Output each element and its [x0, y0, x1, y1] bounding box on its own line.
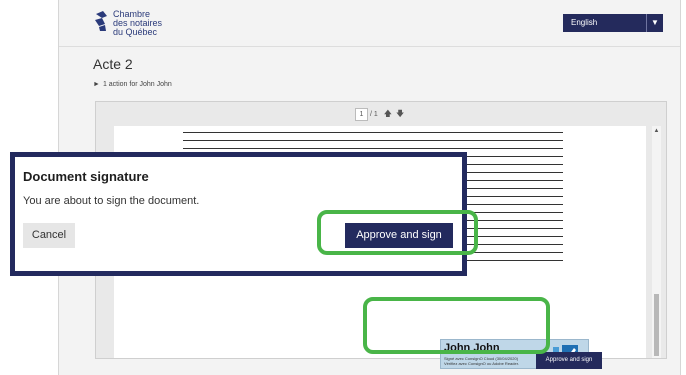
page-number-input[interactable]: 1	[355, 108, 368, 121]
approve-and-sign-button-footer[interactable]: Approve and sign	[536, 352, 602, 369]
header: Chambre des notaires du Québec English ▼	[59, 0, 680, 47]
language-select[interactable]: English ▼	[563, 14, 663, 32]
page-title: Acte 2	[93, 56, 133, 72]
page-up-icon[interactable]: 🡅	[384, 109, 392, 118]
page-down-icon[interactable]: 🡇	[396, 109, 404, 118]
page-total: / 1	[369, 111, 378, 118]
org-name-line: du Québec	[113, 27, 158, 37]
logo-mark-icon	[95, 11, 107, 31]
caret-down-icon[interactable]: ▼	[646, 14, 663, 32]
org-logo[interactable]: Chambre des notaires du Québec	[93, 8, 183, 42]
dialog-title: Document signature	[23, 169, 149, 184]
document-rule	[183, 140, 563, 141]
cancel-button[interactable]: Cancel	[23, 223, 75, 248]
triangle-right-icon: ►	[93, 81, 100, 88]
vertical-scrollbar[interactable]: ▲	[652, 126, 661, 358]
approve-highlight-callout	[317, 210, 478, 255]
action-toggle[interactable]: ► 1 action for John John	[93, 81, 172, 88]
action-text: 1 action for John John	[102, 81, 172, 88]
language-value: English	[571, 18, 598, 27]
document-rule	[183, 132, 563, 133]
signature-highlight-callout	[363, 297, 550, 354]
page-navigation: 1 / 1 🡅 🡇	[355, 108, 404, 122]
signature-details: Signé avec ConsignO Cloud (30/04/2020) V…	[444, 356, 536, 366]
viewer-toolbar: 1 / 1 🡅 🡇	[96, 102, 666, 126]
org-name: Chambre des notaires du Québec	[113, 10, 162, 37]
document-rule	[183, 148, 563, 149]
scroll-thumb[interactable]	[654, 294, 659, 356]
scroll-up-icon[interactable]: ▲	[652, 128, 661, 134]
signature-detail-line: Vérifiez avec ConsignO ou Adobe Reader.	[444, 361, 519, 366]
dialog-message: You are about to sign the document.	[23, 195, 200, 207]
